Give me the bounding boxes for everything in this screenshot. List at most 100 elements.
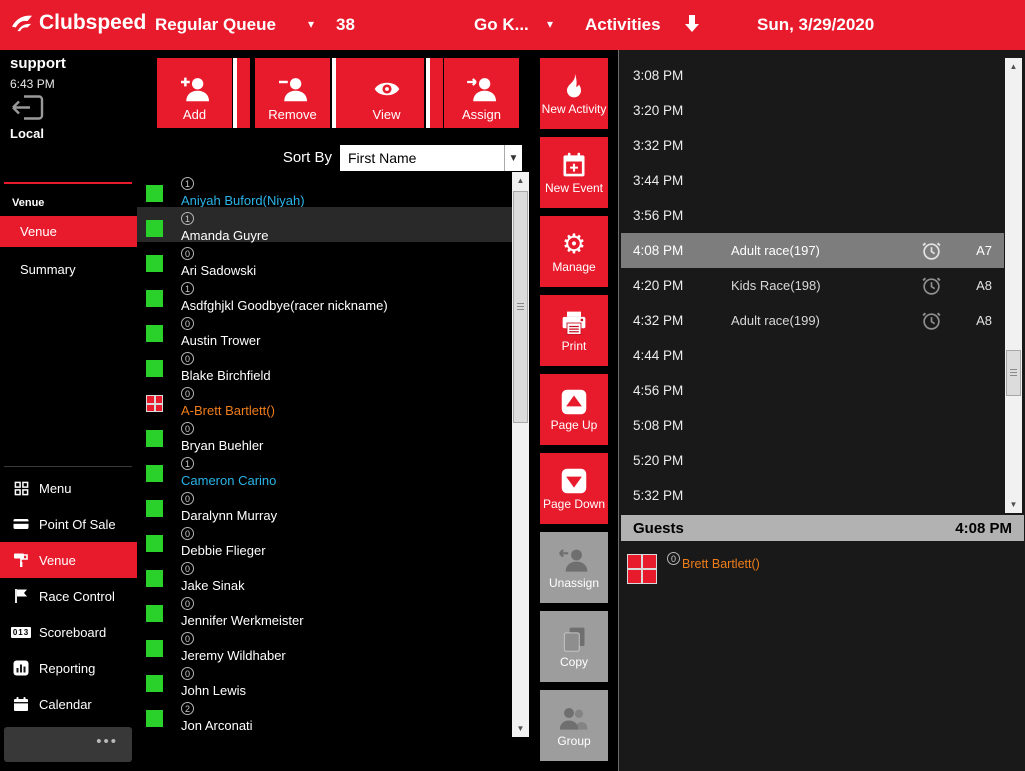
user-label: support — [10, 55, 66, 72]
schedule-slot[interactable]: 5:20 PM — [621, 443, 1004, 478]
sidebar-item-summary[interactable]: Summary — [0, 254, 137, 285]
sidebar-item-reporting[interactable]: Reporting — [0, 650, 137, 686]
button-label: Manage — [552, 259, 596, 274]
printer-icon — [562, 311, 586, 335]
schedule-slot[interactable]: 5:08 PM — [621, 408, 1004, 443]
sidebar-item-scoreboard[interactable]: 013 Scoreboard — [0, 614, 137, 650]
remove-racer-button[interactable]: Remove — [255, 58, 330, 128]
manage-button[interactable]: ⚙ Manage — [540, 216, 608, 287]
gear-icon: ⚙ — [561, 228, 587, 259]
schedule-slot[interactable]: 3:56 PM — [621, 198, 1004, 233]
scrollbar-thumb[interactable] — [513, 191, 528, 423]
racer-row[interactable]: 1 Aniyah Buford(Niyah) — [137, 172, 512, 208]
racer-name: Blake Birchfield — [181, 368, 271, 383]
sidebar-item-venue-sub[interactable]: Venue — [0, 216, 137, 247]
top-bar: Clubspeed Regular Queue ▾ 38 Go K... ▾ A… — [0, 0, 1025, 50]
scroll-up-arrow[interactable]: ▲ — [1005, 58, 1022, 75]
schedule-slot[interactable]: 3:08 PM — [621, 58, 1004, 93]
logout-button[interactable] — [10, 94, 44, 126]
heat-schedule-list: 3:08 PM 3:20 PM 3:32 PM 3:44 PM 3:56 PM … — [621, 58, 1004, 513]
button-label: Assign — [461, 107, 502, 122]
group-button[interactable]: Group — [540, 690, 608, 761]
racer-status-marker — [146, 675, 163, 692]
copy-button[interactable]: Copy — [540, 611, 608, 682]
racer-row[interactable]: 1 Amanda Guyre — [137, 207, 512, 243]
scroll-up-arrow[interactable]: ▲ — [512, 172, 529, 189]
racer-row[interactable]: 1 Asdfghjkl Goodbye(racer nickname) — [137, 277, 512, 313]
scrollbar-thumb[interactable] — [1006, 350, 1021, 396]
racer-row[interactable]: 0 Jake Sinak — [137, 557, 512, 593]
person-unassign-icon — [559, 548, 588, 572]
racer-status-marker — [146, 255, 163, 272]
racer-row[interactable]: 2 Jon Arconati — [137, 697, 512, 733]
racer-row[interactable]: 0 John Lewis — [137, 662, 512, 698]
sidebar-item-menu[interactable]: Menu — [0, 470, 137, 506]
sort-select[interactable]: First Name ▼ — [340, 145, 522, 171]
page-down-button[interactable]: Page Down — [540, 453, 608, 524]
queue-caret-icon[interactable]: ▾ — [308, 17, 314, 31]
assign-racer-button[interactable]: Assign — [444, 58, 519, 128]
guest-list: 0 Brett Bartlett() — [621, 546, 1024, 588]
activities-download-arrow-icon[interactable] — [684, 13, 700, 35]
schedule-slot[interactable]: 3:20 PM — [621, 93, 1004, 128]
racer-row[interactable]: 0 Blake Birchfield — [137, 347, 512, 383]
racer-row[interactable]: 0 A-Brett Bartlett() — [137, 382, 512, 418]
button-label: Unassign — [548, 575, 600, 590]
track-selector[interactable]: Go K... — [474, 15, 529, 35]
racer-row[interactable]: 0 Debbie Flieger — [137, 522, 512, 558]
schedule-slot[interactable]: 3:32 PM — [621, 128, 1004, 163]
racer-name: Debbie Flieger — [181, 543, 266, 558]
unassign-button[interactable]: Unassign — [540, 532, 608, 603]
racer-name: Amanda Guyre — [181, 228, 269, 243]
scoreboard-digits-icon: 013 — [10, 626, 32, 638]
queue-selector[interactable]: Regular Queue — [155, 15, 276, 35]
sidebar-more-button[interactable]: ••• — [4, 727, 132, 762]
new-activity-button[interactable]: New Activity — [540, 58, 608, 129]
racer-row[interactable]: 0 Ari Sadowski — [137, 242, 512, 278]
person-assign-icon — [466, 78, 496, 102]
schedule-scrollbar[interactable]: ▲ ▼ — [1005, 58, 1022, 513]
sidebar-item-venue[interactable]: Venue — [0, 542, 137, 578]
schedule-slot[interactable]: 3:44 PM — [621, 163, 1004, 198]
schedule-slot[interactable]: 4:08 PM Adult race(197) A7 — [621, 233, 1004, 268]
schedule-slot[interactable]: 4:56 PM — [621, 373, 1004, 408]
sidebar-divider-gray — [4, 466, 132, 467]
new-event-button[interactable]: New Event — [540, 137, 608, 208]
racer-status-marker — [146, 220, 163, 237]
print-button[interactable]: Print — [540, 295, 608, 366]
add-racer-button[interactable]: Add — [157, 58, 232, 128]
racer-name: Jake Sinak — [181, 578, 245, 593]
track-caret-icon[interactable]: ▾ — [547, 17, 553, 31]
button-divider — [332, 58, 349, 128]
bar-chart-icon — [12, 660, 30, 676]
sort-by-label: Sort By — [282, 149, 332, 166]
scroll-down-arrow[interactable]: ▼ — [512, 720, 529, 737]
eye-icon — [374, 82, 399, 96]
racer-row[interactable]: 1 Cameron Carino — [137, 452, 512, 488]
page-up-button[interactable]: Page Up — [540, 374, 608, 445]
sidebar-item-race-control[interactable]: Race Control — [0, 578, 137, 614]
schedule-slot[interactable]: 4:44 PM — [621, 338, 1004, 373]
racer-name: Jeremy Wildhaber — [181, 648, 286, 663]
racer-status-marker — [146, 290, 163, 307]
activities-button[interactable]: Activities — [585, 15, 661, 35]
racer-row[interactable]: 0 Bryan Buehler — [137, 417, 512, 453]
racer-status-marker — [146, 430, 163, 447]
sidebar-item-point-of-sale[interactable]: Point Of Sale — [0, 506, 137, 542]
schedule-slot[interactable]: 4:32 PM Adult race(199) A8 — [621, 303, 1004, 338]
racer-badge: 0 — [181, 247, 194, 260]
racer-name: Asdfghjkl Goodbye(racer nickname) — [181, 298, 388, 313]
racer-row[interactable]: 0 Daralynn Murray — [137, 487, 512, 523]
guest-row[interactable]: 0 Brett Bartlett() — [621, 546, 1024, 588]
scroll-down-arrow[interactable]: ▼ — [1005, 496, 1022, 513]
racer-row[interactable]: 0 Jeremy Wildhaber — [137, 627, 512, 663]
racer-list-scrollbar[interactable]: ▲ ▼ — [512, 172, 529, 737]
schedule-slot[interactable]: 4:20 PM Kids Race(198) A8 — [621, 268, 1004, 303]
schedule-slot[interactable]: 5:32 PM — [621, 478, 1004, 513]
view-racer-button[interactable]: View — [349, 58, 424, 128]
racer-row[interactable]: 0 Jennifer Werkmeister — [137, 592, 512, 628]
alarm-clock-icon — [922, 277, 941, 295]
sidebar-item-calendar[interactable]: Calendar — [0, 686, 137, 722]
sidebar: support 6:43 PM Local Venue Venue Summar… — [0, 50, 137, 771]
racer-row[interactable]: 0 Austin Trower — [137, 312, 512, 348]
